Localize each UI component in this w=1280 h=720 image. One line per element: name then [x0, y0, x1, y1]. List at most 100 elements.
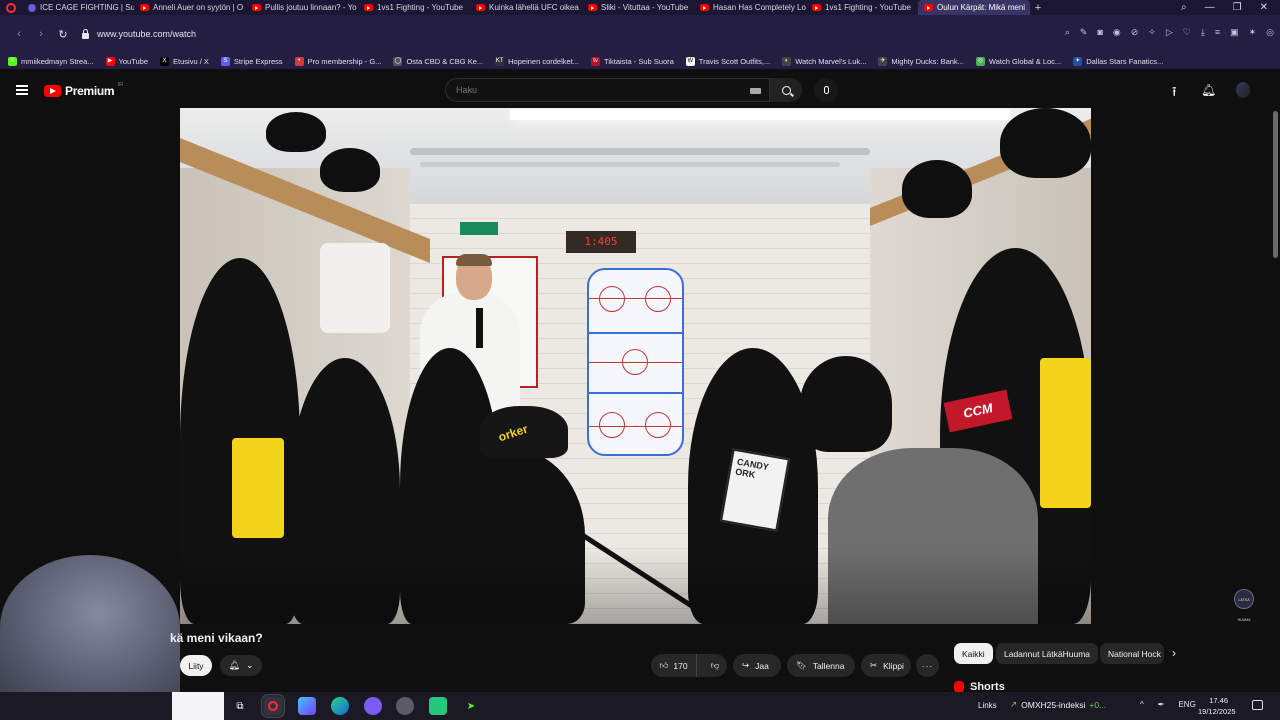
bookmark-item[interactable]: ◎ Watch Global & Loc... [975, 56, 1061, 66]
more-actions-button[interactable]: ··· [916, 654, 939, 677]
close-icon[interactable]: ✕ [1260, 2, 1268, 13]
edit-icon[interactable]: ✎ [1080, 27, 1088, 38]
bookmark-label: Etusivu / X [173, 56, 209, 66]
chip-nhl[interactable]: National Hock [1100, 643, 1164, 664]
links-toolbar[interactable]: Links [978, 701, 997, 710]
search-icon[interactable]: ⌕ [1065, 27, 1070, 38]
bookmark-item[interactable]: ✦ Dallas Stars Fanatics... [1073, 56, 1163, 66]
app-taskbar-icon[interactable] [429, 697, 447, 715]
browser-tab[interactable]: Pullis joutuu linnaan? - Yo [246, 0, 358, 15]
chip-all[interactable]: Kaikki [954, 643, 993, 664]
page-scrollbar[interactable] [1273, 111, 1278, 258]
like-dislike-group: 👍︎ 170 👎︎ [651, 654, 727, 677]
bookmark-item[interactable]: ◐ Watch Marvel's Luk... [782, 56, 866, 66]
bookmark-item[interactable]: ◯ Osta CBD & CBG Ke... [393, 56, 483, 66]
opera-taskbar-icon[interactable] [264, 697, 282, 715]
search-input[interactable] [445, 78, 770, 102]
browser-tab[interactable]: Sliki - Vituttaa - YouTube [582, 0, 694, 15]
bookmark-favicon-icon: ◐ [782, 56, 792, 66]
clip-button[interactable]: ✂ Klippi [861, 654, 911, 677]
bookmark-item[interactable]: W Travis Scott Outfits,... [685, 56, 771, 66]
url-field[interactable]: www.youtube.com/watch [82, 29, 196, 39]
video-player[interactable]: 1:405 CCM orker CANDY ORK [180, 108, 1091, 624]
keyboard-icon[interactable] [750, 88, 761, 94]
bookmark-favicon-icon: X [160, 56, 170, 66]
taskbar-search-box[interactable] [172, 692, 224, 720]
stock-widget[interactable]: ↗ OMXH25-indeksi +0... [1010, 699, 1106, 710]
video-scene-coach [476, 308, 483, 348]
clock[interactable]: 17.46 19/12/2025 [1198, 695, 1236, 717]
video-scene-light [510, 110, 1010, 120]
bookmark-item[interactable]: ▶ YouTube [105, 56, 148, 66]
voice-search-button[interactable] [814, 78, 838, 102]
share-button[interactable]: ↪ Jaa [733, 654, 781, 677]
channel-watermark[interactable]: LÄTKÄ HUUMA [1234, 589, 1254, 622]
chevron-down-icon: ⌄ [245, 660, 254, 670]
tray-chevron-icon[interactable]: ^ [1140, 700, 1144, 709]
bookmark-item[interactable]: tv Tiktaista - Sub Suora [591, 56, 674, 66]
forward-icon[interactable]: › [30, 28, 52, 40]
browser-tab[interactable]: Kuinka lähellä UFC oikea [470, 0, 582, 15]
wallet-icon[interactable]: ▣ [1230, 27, 1239, 38]
save-label: Tallenna [812, 660, 845, 671]
bookmark-item[interactable]: KT Hopeinen cordelket... [495, 56, 579, 66]
task-view-icon[interactable]: ⧉ [231, 697, 249, 715]
address-bar: ‹ › ↻ www.youtube.com/watch ⌕ ✎ ◙ ◉ ⊘ ✧ … [0, 15, 1280, 53]
webcam-overlay [0, 555, 180, 700]
system-tray: ^ ✒ ENG [1140, 700, 1196, 709]
profile-icon[interactable]: ◎ [1266, 27, 1274, 38]
browser-tab-active[interactable]: Oulun Kärpät: Mikä meni [918, 0, 1030, 15]
download-icon[interactable]: ⤓ [1201, 27, 1205, 38]
app-taskbar-icon[interactable] [298, 697, 316, 715]
browser-tab[interactable]: 1vs1 Fighting - YouTube [358, 0, 470, 15]
app-taskbar-icon[interactable] [396, 697, 414, 715]
subscription-bell-button[interactable]: 🔔︎ ⌄ [220, 655, 262, 676]
cast-icon[interactable]: ▷ [1166, 27, 1173, 38]
kick-taskbar-icon[interactable]: ➤ [462, 697, 480, 715]
dislike-button[interactable]: 👎︎ [703, 654, 727, 677]
avatar[interactable] [1236, 82, 1250, 98]
reload-icon[interactable]: ↻ [52, 28, 74, 41]
browser-tab[interactable]: 1vs1 Fighting - YouTube [806, 0, 918, 15]
save-button[interactable]: 🔖︎ Tallenna [787, 654, 855, 677]
bookmark-item[interactable]: Kmmiikedmayn Strea... [8, 56, 94, 66]
bookmark-label: Travis Scott Outfits,... [698, 56, 771, 66]
upload-icon[interactable]: ⭱ [1172, 83, 1177, 105]
browser-tab[interactable]: Anneli Auer on syytön | O [134, 0, 246, 15]
vpn-icon[interactable]: ◉ [1113, 27, 1121, 38]
tab-search-icon[interactable]: ⌕ [1181, 2, 1187, 13]
edge-taskbar-icon[interactable] [331, 697, 349, 715]
youtube-logo[interactable]: Premium FI [44, 82, 123, 98]
search-button[interactable] [770, 78, 802, 102]
guide-menu-icon[interactable] [16, 85, 28, 95]
rink-circle [645, 286, 671, 312]
chip-channel[interactable]: Ladannut LätkäHuuma [996, 643, 1099, 664]
chevron-right-icon[interactable]: › [1172, 646, 1176, 660]
extension-icon[interactable]: ✧ [1148, 27, 1156, 38]
notifications-icon[interactable]: 🔔︎ [1201, 83, 1216, 97]
notification-center-icon[interactable] [1252, 700, 1263, 710]
minimize-icon[interactable]: — [1205, 2, 1215, 13]
heart-icon[interactable]: ♡ [1183, 27, 1191, 38]
thumbs-up-icon: 👍︎ [659, 660, 669, 670]
back-icon[interactable]: ‹ [8, 28, 30, 40]
like-button[interactable]: 👍︎ 170 [651, 654, 698, 677]
opera-menu-button[interactable] [0, 0, 22, 15]
adblock-icon[interactable]: ⊘ [1131, 27, 1139, 38]
camera-icon[interactable]: ◙ [1097, 27, 1102, 38]
join-button[interactable]: Liity [180, 655, 212, 676]
new-tab-button[interactable]: + [1030, 2, 1046, 14]
restore-icon[interactable]: ❐ [1233, 2, 1242, 13]
discord-taskbar-icon[interactable] [364, 697, 382, 715]
browser-tab[interactable]: Hasan Has Completely Lo [694, 0, 806, 15]
menu-icon[interactable]: ≡ [1215, 27, 1220, 38]
browser-tab[interactable]: ICE CAGE FIGHTING | Sur [22, 0, 134, 15]
bookmark-item[interactable]: ✈ Mighty Ducks: Bank... [878, 56, 964, 66]
aria-icon[interactable]: ✶ [1249, 27, 1257, 38]
pen-icon[interactable]: ✒ [1158, 700, 1165, 709]
bookmark-item[interactable]: • Pro membership - G... [294, 56, 381, 66]
bookmark-item[interactable]: S Stripe Express [220, 56, 283, 66]
video-scene-jersey [320, 243, 390, 333]
bookmark-item[interactable]: X Etusivu / X [160, 56, 209, 66]
language-indicator[interactable]: ENG [1178, 700, 1195, 709]
